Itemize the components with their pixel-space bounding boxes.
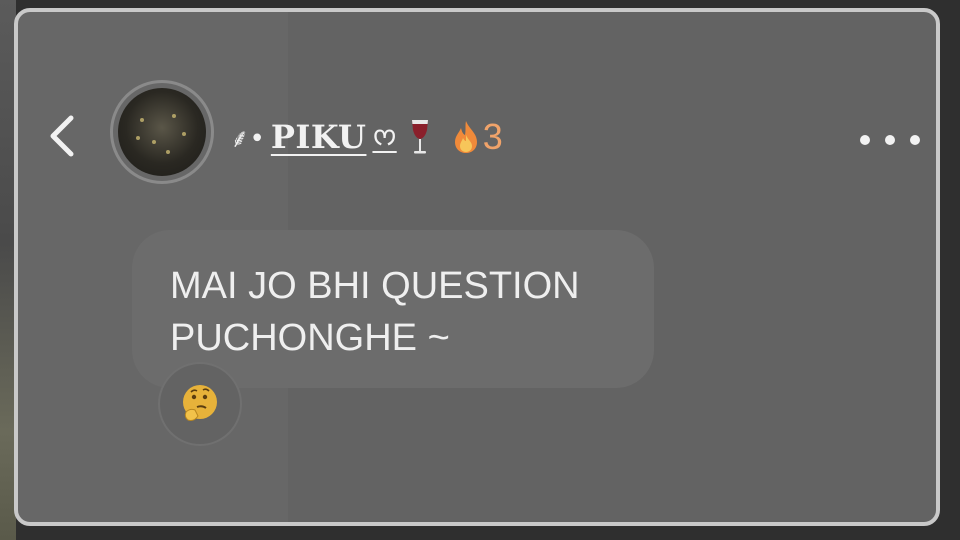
more-options-button[interactable] — [860, 120, 920, 160]
back-button[interactable] — [42, 108, 82, 164]
streak: 3 — [451, 119, 503, 155]
message-text: MAI JO BHI QUESTION PUCHONGHE ~ — [170, 265, 580, 359]
contact-name[interactable]: ⸙• PIKU ᰔ 3 — [230, 112, 503, 162]
name-main: PIKU — [270, 118, 367, 156]
more-horizontal-icon — [860, 135, 870, 145]
chevron-left-icon — [50, 115, 74, 157]
chat-window: ⸙• PIKU ᰔ 3 MAI JO BHI QUESTION PUCHONGH… — [14, 8, 940, 526]
fire-icon — [454, 121, 477, 153]
name-prefix: ⸙• — [230, 124, 265, 154]
message-reaction[interactable] — [158, 362, 242, 446]
profile-avatar-button[interactable] — [110, 80, 214, 184]
avatar — [118, 88, 206, 176]
name-suffix: ᰔ — [372, 122, 397, 152]
more-dot — [910, 135, 920, 145]
streak-count: 3 — [482, 116, 503, 157]
more-dot — [885, 135, 895, 145]
screen-frame: ⸙• PIKU ᰔ 3 MAI JO BHI QUESTION PUCHONGH… — [0, 0, 960, 540]
thinking-face-icon — [183, 385, 217, 421]
wine-glass-icon — [411, 120, 428, 154]
